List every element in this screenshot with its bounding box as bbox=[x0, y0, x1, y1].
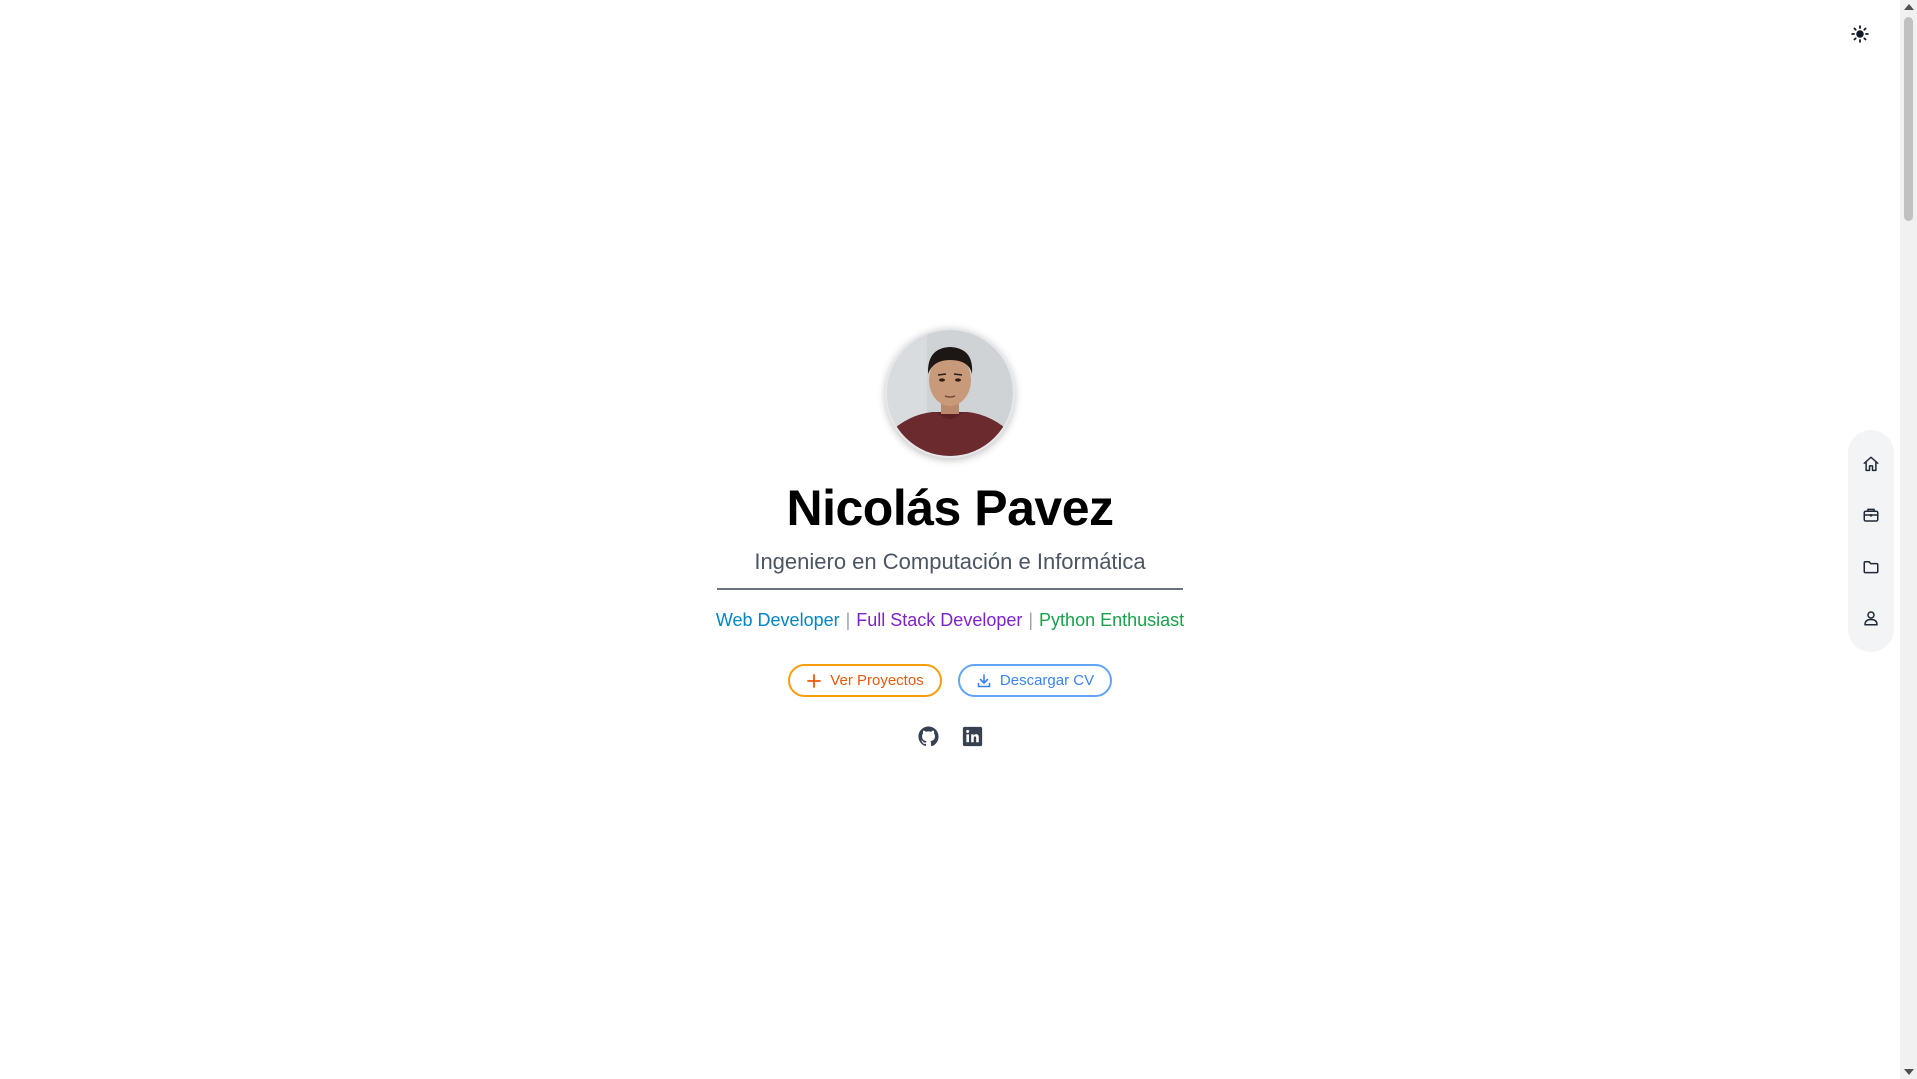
download-cv-label: Descargar CV bbox=[999, 672, 1095, 689]
user-icon bbox=[1864, 611, 1878, 626]
role-python-enthusiast: Python Enthusiast bbox=[1039, 610, 1185, 630]
avatar bbox=[885, 328, 1015, 458]
role-separator: | bbox=[845, 610, 851, 630]
hero-actions: Ver Proyectos Descargar CV bbox=[788, 664, 1112, 697]
hero-section: Nicolás Pavez Ingeniero en Computación e… bbox=[0, 328, 1900, 747]
page: Nicolás Pavez Ingeniero en Computación e… bbox=[0, 0, 1917, 1079]
linkedin-link[interactable] bbox=[961, 725, 983, 747]
scroll-up-arrow-icon[interactable] bbox=[1904, 4, 1914, 10]
briefcase-icon bbox=[1863, 508, 1879, 522]
github-link[interactable] bbox=[917, 725, 939, 747]
nav-item-home[interactable] bbox=[1855, 448, 1887, 480]
download-cv-button[interactable]: Descargar CV bbox=[958, 664, 1112, 697]
theme-toggle-button[interactable] bbox=[1846, 20, 1874, 48]
download-icon bbox=[977, 673, 991, 687]
vertical-scrollbar[interactable] bbox=[1900, 0, 1917, 1079]
sun-icon bbox=[1851, 25, 1869, 43]
scroll-down-arrow-icon[interactable] bbox=[1904, 1069, 1914, 1075]
role-full-stack-developer: Full Stack Developer bbox=[856, 610, 1023, 630]
linkedin-icon bbox=[962, 726, 982, 746]
plus-icon bbox=[807, 673, 822, 688]
folder-icon bbox=[1863, 560, 1879, 574]
scrollbar-thumb[interactable] bbox=[1904, 17, 1913, 221]
nav-item-about[interactable] bbox=[1855, 602, 1887, 634]
profession-subtitle: Ingeniero en Computación e Informática bbox=[717, 546, 1183, 590]
nav-item-experience[interactable] bbox=[1855, 499, 1887, 531]
profile-photo bbox=[887, 330, 1013, 456]
role-web-developer: Web Developer bbox=[715, 610, 840, 630]
home-icon bbox=[1863, 456, 1879, 471]
roles-line: Web Developer | Full Stack Developer | Pytho… bbox=[716, 608, 1184, 632]
github-icon bbox=[917, 725, 939, 746]
person-name: Nicolás Pavez bbox=[786, 480, 1114, 536]
social-links bbox=[917, 725, 983, 747]
nav-item-projects[interactable] bbox=[1855, 551, 1887, 583]
view-projects-label: Ver Proyectos bbox=[830, 672, 924, 689]
view-projects-button[interactable]: Ver Proyectos bbox=[788, 664, 942, 697]
role-separator: | bbox=[1028, 610, 1034, 630]
side-nav bbox=[1848, 430, 1894, 652]
